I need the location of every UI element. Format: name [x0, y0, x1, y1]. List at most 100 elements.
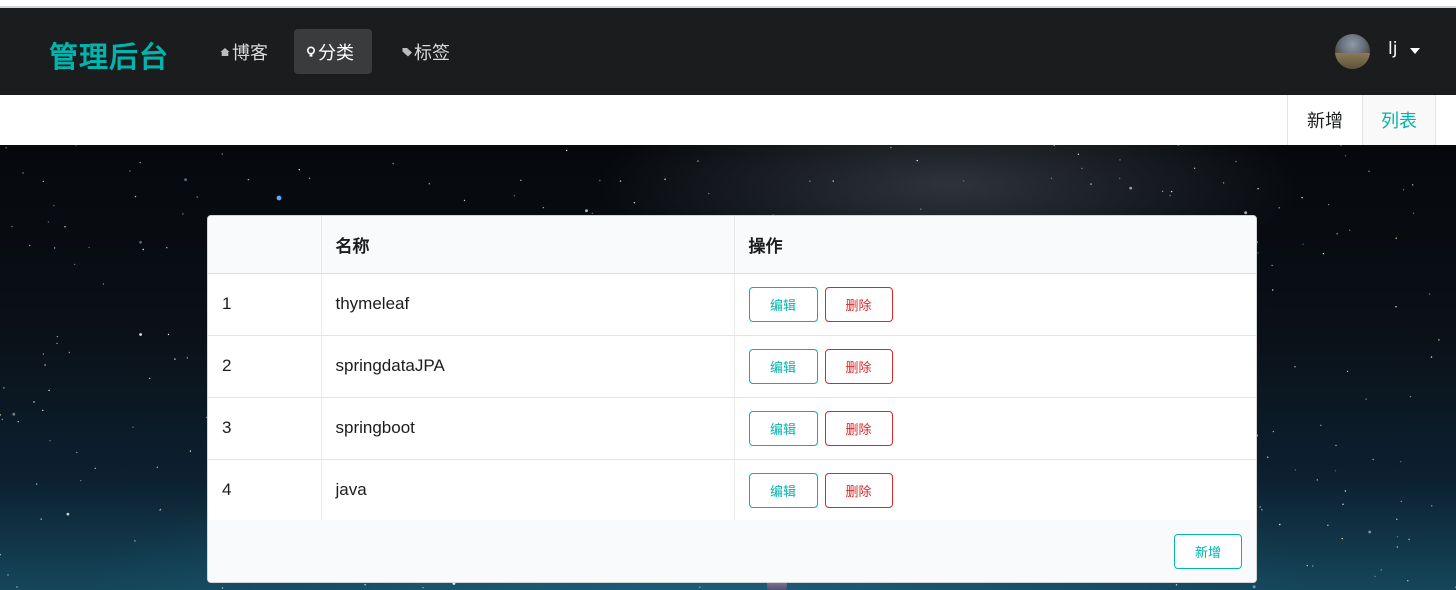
star — [174, 358, 176, 360]
star — [1396, 546, 1399, 548]
star — [29, 244, 31, 247]
star — [298, 169, 300, 171]
star — [1312, 565, 1314, 567]
star — [1396, 518, 1398, 520]
edit-button[interactable]: 编辑 — [748, 286, 818, 322]
star — [1306, 564, 1309, 567]
submenu-list-label: 列表 — [1381, 111, 1417, 132]
star — [1368, 530, 1372, 534]
star — [1334, 470, 1337, 472]
star — [1244, 211, 1248, 215]
star — [17, 421, 19, 423]
star — [1409, 395, 1412, 398]
star — [1294, 366, 1296, 368]
star — [22, 172, 24, 174]
star — [1327, 524, 1329, 526]
top-navbar: 管理后台 博客 分类 标签 lj — [0, 8, 1456, 95]
row-name: springdataJPA — [320, 335, 734, 397]
table-header-row: 名称 操作 — [208, 216, 1256, 274]
star — [196, 196, 198, 198]
star — [1320, 424, 1322, 426]
star — [68, 351, 71, 354]
nav-item-blog[interactable]: 博客 — [208, 29, 279, 74]
star — [920, 208, 922, 210]
user-name[interactable]: lj — [1388, 39, 1397, 59]
row-name: java — [320, 459, 734, 521]
star — [42, 409, 44, 412]
delete-button[interactable]: 删除 — [824, 348, 893, 384]
row-index: 4 — [222, 480, 232, 499]
star — [1193, 167, 1196, 169]
add-category-button[interactable]: 新增 — [1174, 534, 1242, 569]
star — [1279, 523, 1281, 526]
star — [3, 387, 5, 389]
star — [1402, 189, 1405, 191]
star — [1053, 145, 1055, 147]
submenu-list-button[interactable]: 列表 — [1362, 95, 1436, 152]
edit-button[interactable]: 编辑 — [748, 472, 818, 508]
star — [1374, 575, 1376, 578]
star — [139, 240, 142, 244]
star — [1, 418, 3, 421]
star — [53, 247, 56, 249]
user-avatar[interactable] — [1335, 34, 1370, 69]
star — [139, 161, 141, 164]
star — [1077, 153, 1080, 155]
star — [890, 146, 892, 149]
delete-button[interactable]: 删除 — [824, 410, 893, 446]
star — [1400, 500, 1403, 503]
delete-button[interactable]: 删除 — [824, 472, 893, 508]
edit-button[interactable]: 编辑 — [748, 348, 818, 384]
table-row: 2 springdataJPA 编辑 删除 — [208, 335, 1256, 397]
edit-button[interactable]: 编辑 — [748, 410, 818, 446]
star — [134, 195, 137, 198]
star — [1129, 186, 1133, 190]
star — [566, 149, 568, 152]
row-actions: 编辑 删除 — [733, 335, 1256, 397]
header-actions: 操作 — [733, 216, 1256, 274]
star — [832, 180, 834, 182]
star — [1252, 585, 1256, 589]
star — [520, 179, 522, 181]
star — [139, 333, 143, 336]
star — [1368, 170, 1370, 172]
row-index: 3 — [222, 418, 232, 437]
star — [542, 206, 545, 209]
star — [1346, 370, 1349, 373]
header-name: 名称 — [320, 216, 734, 274]
star — [1267, 456, 1269, 458]
row-name: thymeleaf — [320, 273, 734, 335]
star — [149, 377, 151, 380]
star — [1259, 506, 1261, 508]
star — [1344, 490, 1347, 492]
dropdown-caret-icon[interactable] — [1410, 48, 1420, 54]
star — [75, 145, 77, 147]
star — [1335, 444, 1337, 447]
star — [1301, 197, 1303, 199]
row-index: 2 — [222, 356, 232, 375]
star — [1428, 293, 1431, 295]
star — [7, 574, 9, 576]
star — [1294, 469, 1297, 471]
nav-item-tags[interactable]: 标签 — [390, 29, 461, 74]
star — [129, 170, 131, 172]
star — [1278, 207, 1280, 209]
star — [916, 159, 918, 162]
star — [1271, 264, 1273, 267]
star — [1342, 503, 1344, 505]
star — [308, 177, 311, 179]
star — [1327, 203, 1330, 206]
star — [33, 401, 35, 403]
star — [182, 213, 184, 215]
star — [1170, 190, 1173, 193]
star — [1169, 194, 1171, 197]
submenu-new-button[interactable]: 新增 — [1287, 95, 1362, 145]
top-border — [0, 0, 1456, 8]
star — [221, 587, 224, 589]
star — [1316, 479, 1319, 481]
delete-button[interactable]: 删除 — [824, 286, 893, 322]
star — [1341, 537, 1343, 540]
nav-item-category[interactable]: 分类 — [294, 29, 372, 74]
star — [247, 179, 249, 181]
header-index — [208, 216, 321, 274]
